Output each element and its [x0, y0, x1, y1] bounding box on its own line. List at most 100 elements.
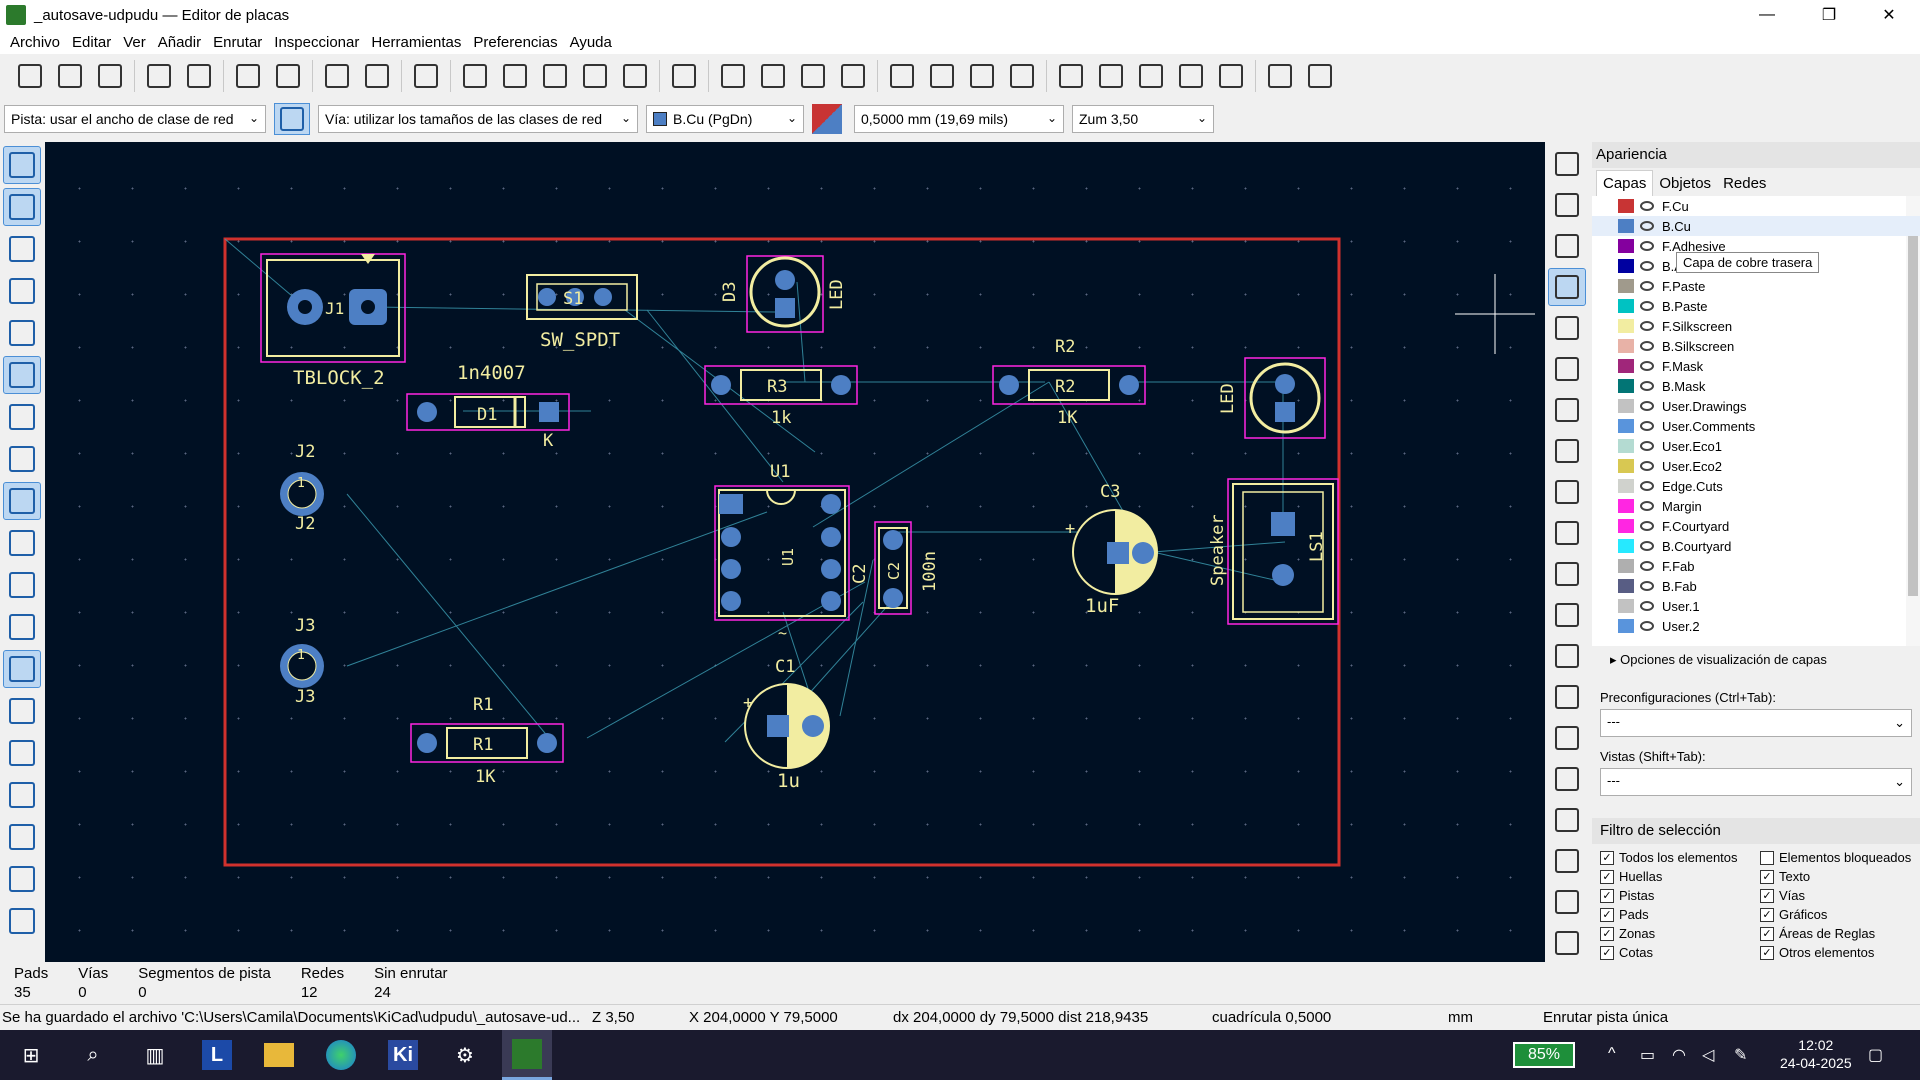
axis-icon[interactable]: [3, 440, 41, 478]
filter-checkbox[interactable]: ✓ Huellas: [1600, 869, 1760, 884]
flip-icon[interactable]: [796, 59, 830, 93]
filter-checkbox[interactable]: ✓ Cotas: [1600, 945, 1760, 960]
layer-row[interactable]: User.1: [1592, 596, 1920, 616]
unlock-icon[interactable]: [1005, 59, 1039, 93]
menu-archivo[interactable]: Archivo: [4, 34, 66, 51]
layer-row[interactable]: B.Mask: [1592, 376, 1920, 396]
layer-row[interactable]: B.Paste: [1592, 296, 1920, 316]
layer-row[interactable]: Margin: [1592, 496, 1920, 516]
views-select[interactable]: --- ⌄: [1600, 768, 1912, 796]
footprint-d3[interactable]: D3 LED: [720, 255, 847, 333]
pcbnew-task-icon[interactable]: [502, 1030, 552, 1080]
footprint-u1[interactable]: U1 U1 ~: [714, 462, 850, 642]
eye-icon[interactable]: [1640, 321, 1654, 331]
layer-row[interactable]: User.Comments: [1592, 416, 1920, 436]
tune-length-icon[interactable]: [1548, 309, 1586, 347]
zoom-selection-icon[interactable]: [667, 59, 701, 93]
eye-icon[interactable]: [1640, 401, 1654, 411]
menu-anadir[interactable]: Añadir: [152, 34, 207, 51]
eye-icon[interactable]: [1640, 621, 1654, 631]
track-outline-icon[interactable]: [3, 566, 41, 604]
eye-icon[interactable]: [1640, 221, 1654, 231]
tab-redes[interactable]: Redes: [1717, 171, 1772, 196]
layer-color-swatch[interactable]: [1618, 259, 1634, 273]
tab-capas[interactable]: Capas: [1596, 170, 1654, 196]
pen-icon[interactable]: ✎: [1734, 1045, 1747, 1065]
layer-row[interactable]: User.2: [1592, 616, 1920, 636]
via-size-select[interactable]: Vía: utilizar los tamaños de las clases …: [318, 105, 638, 133]
layer-row[interactable]: F.Mask: [1592, 356, 1920, 376]
menu-inspeccionar[interactable]: Inspeccionar: [268, 34, 365, 51]
bezier-icon[interactable]: [1548, 719, 1586, 757]
mm-units-icon[interactable]: [3, 356, 41, 394]
curved-ratsnest-icon[interactable]: [3, 524, 41, 562]
layer-row[interactable]: User.Eco1: [1592, 436, 1920, 456]
checkbox-icon[interactable]: ✓: [1760, 888, 1774, 903]
chevron-up-icon[interactable]: ^: [1608, 1045, 1616, 1063]
filter-checkbox[interactable]: ✓ Otros elementos: [1760, 945, 1920, 960]
layer-row[interactable]: B.Courtyard: [1592, 536, 1920, 556]
layer-row[interactable]: F.Fab: [1592, 556, 1920, 576]
via-icon[interactable]: [1548, 350, 1586, 388]
checkbox-icon[interactable]: ✓: [1600, 869, 1614, 884]
terminal-icon[interactable]: [1303, 59, 1337, 93]
layer-color-swatch[interactable]: [1618, 219, 1634, 233]
layer-row[interactable]: User.Eco2: [1592, 456, 1920, 476]
checkbox-icon[interactable]: ✓: [1600, 926, 1614, 941]
rotate-cw-icon[interactable]: [756, 59, 790, 93]
rotate-ccw-icon[interactable]: [716, 59, 750, 93]
layer-row[interactable]: F.Silkscreen: [1592, 316, 1920, 336]
highlight-net-icon[interactable]: [3, 860, 41, 898]
footprint-r3[interactable]: R3 1k: [704, 365, 858, 428]
layer-row[interactable]: F.Paste: [1592, 276, 1920, 296]
eye-icon[interactable]: [1640, 461, 1654, 471]
checkbox-icon[interactable]: ✓: [1600, 850, 1614, 865]
menu-herramientas[interactable]: Herramientas: [365, 34, 467, 51]
zoom-select[interactable]: Zum 3,50 ⌄: [1072, 105, 1214, 133]
minimize-button[interactable]: —: [1744, 0, 1790, 30]
drc-marker-icon[interactable]: [3, 818, 41, 856]
task-view-icon[interactable]: ▥: [130, 1030, 180, 1080]
layer-color-swatch[interactable]: [1618, 319, 1634, 333]
text-icon[interactable]: [1548, 801, 1586, 839]
zone-outline-icon[interactable]: [3, 692, 41, 730]
layer-color-swatch[interactable]: [1618, 399, 1634, 413]
eye-icon[interactable]: [1640, 481, 1654, 491]
print-icon[interactable]: [231, 59, 265, 93]
footprint-d1[interactable]: 1n4007 D1 K: [406, 362, 570, 451]
footprint-r2[interactable]: R2 R2 1K: [992, 337, 1146, 428]
footprint-led2[interactable]: LED: [1218, 357, 1326, 439]
layer-row[interactable]: User.Drawings: [1592, 396, 1920, 416]
find-icon[interactable]: [409, 59, 443, 93]
line-icon[interactable]: [1548, 514, 1586, 552]
redo-icon[interactable]: [360, 59, 394, 93]
eye-icon[interactable]: [1640, 501, 1654, 511]
layer-color-swatch[interactable]: [1618, 419, 1634, 433]
layer-color-swatch[interactable]: [1618, 299, 1634, 313]
footprint-sw[interactable]: S1 SW_SPDT: [526, 274, 638, 351]
wifi-icon[interactable]: ◠: [1672, 1045, 1686, 1065]
layer-row[interactable]: B.Silkscreen: [1592, 336, 1920, 356]
route-track-icon[interactable]: [1548, 268, 1586, 306]
netlist-icon[interactable]: [1174, 59, 1208, 93]
filter-checkbox[interactable]: Elementos bloqueados: [1760, 850, 1920, 865]
layer-color-swatch[interactable]: [1618, 459, 1634, 473]
battery-icon[interactable]: ▭: [1640, 1045, 1655, 1065]
menu-preferencias[interactable]: Preferencias: [467, 34, 563, 51]
polar-coords-icon[interactable]: [3, 230, 41, 268]
mirror-icon[interactable]: [836, 59, 870, 93]
local-ratsnest-icon[interactable]: [1548, 186, 1586, 224]
layer-select[interactable]: B.Cu (PgDn) ⌄: [646, 105, 804, 133]
volume-icon[interactable]: ◁: [1702, 1045, 1714, 1065]
eye-icon[interactable]: [1640, 601, 1654, 611]
menu-editar[interactable]: Editar: [66, 34, 117, 51]
eye-icon[interactable]: [1640, 261, 1654, 271]
filter-checkbox[interactable]: ✓ Todos los elementos: [1600, 850, 1760, 865]
filter-checkbox[interactable]: ✓ Vías: [1760, 888, 1920, 903]
footprint-j1[interactable]: J1 TBLOCK_2: [260, 253, 406, 389]
checkbox-icon[interactable]: ✓: [1760, 907, 1774, 922]
filter-checkbox[interactable]: ✓ Áreas de Reglas: [1760, 926, 1920, 941]
clock[interactable]: 12:02 24-04-2025: [1780, 1036, 1852, 1072]
footprint-editor-icon[interactable]: [1094, 59, 1128, 93]
pcb-canvas[interactable]: J1 TBLOCK_2 S1 SW_SPDT D3 LED 1n4007 D1 …: [45, 142, 1545, 962]
